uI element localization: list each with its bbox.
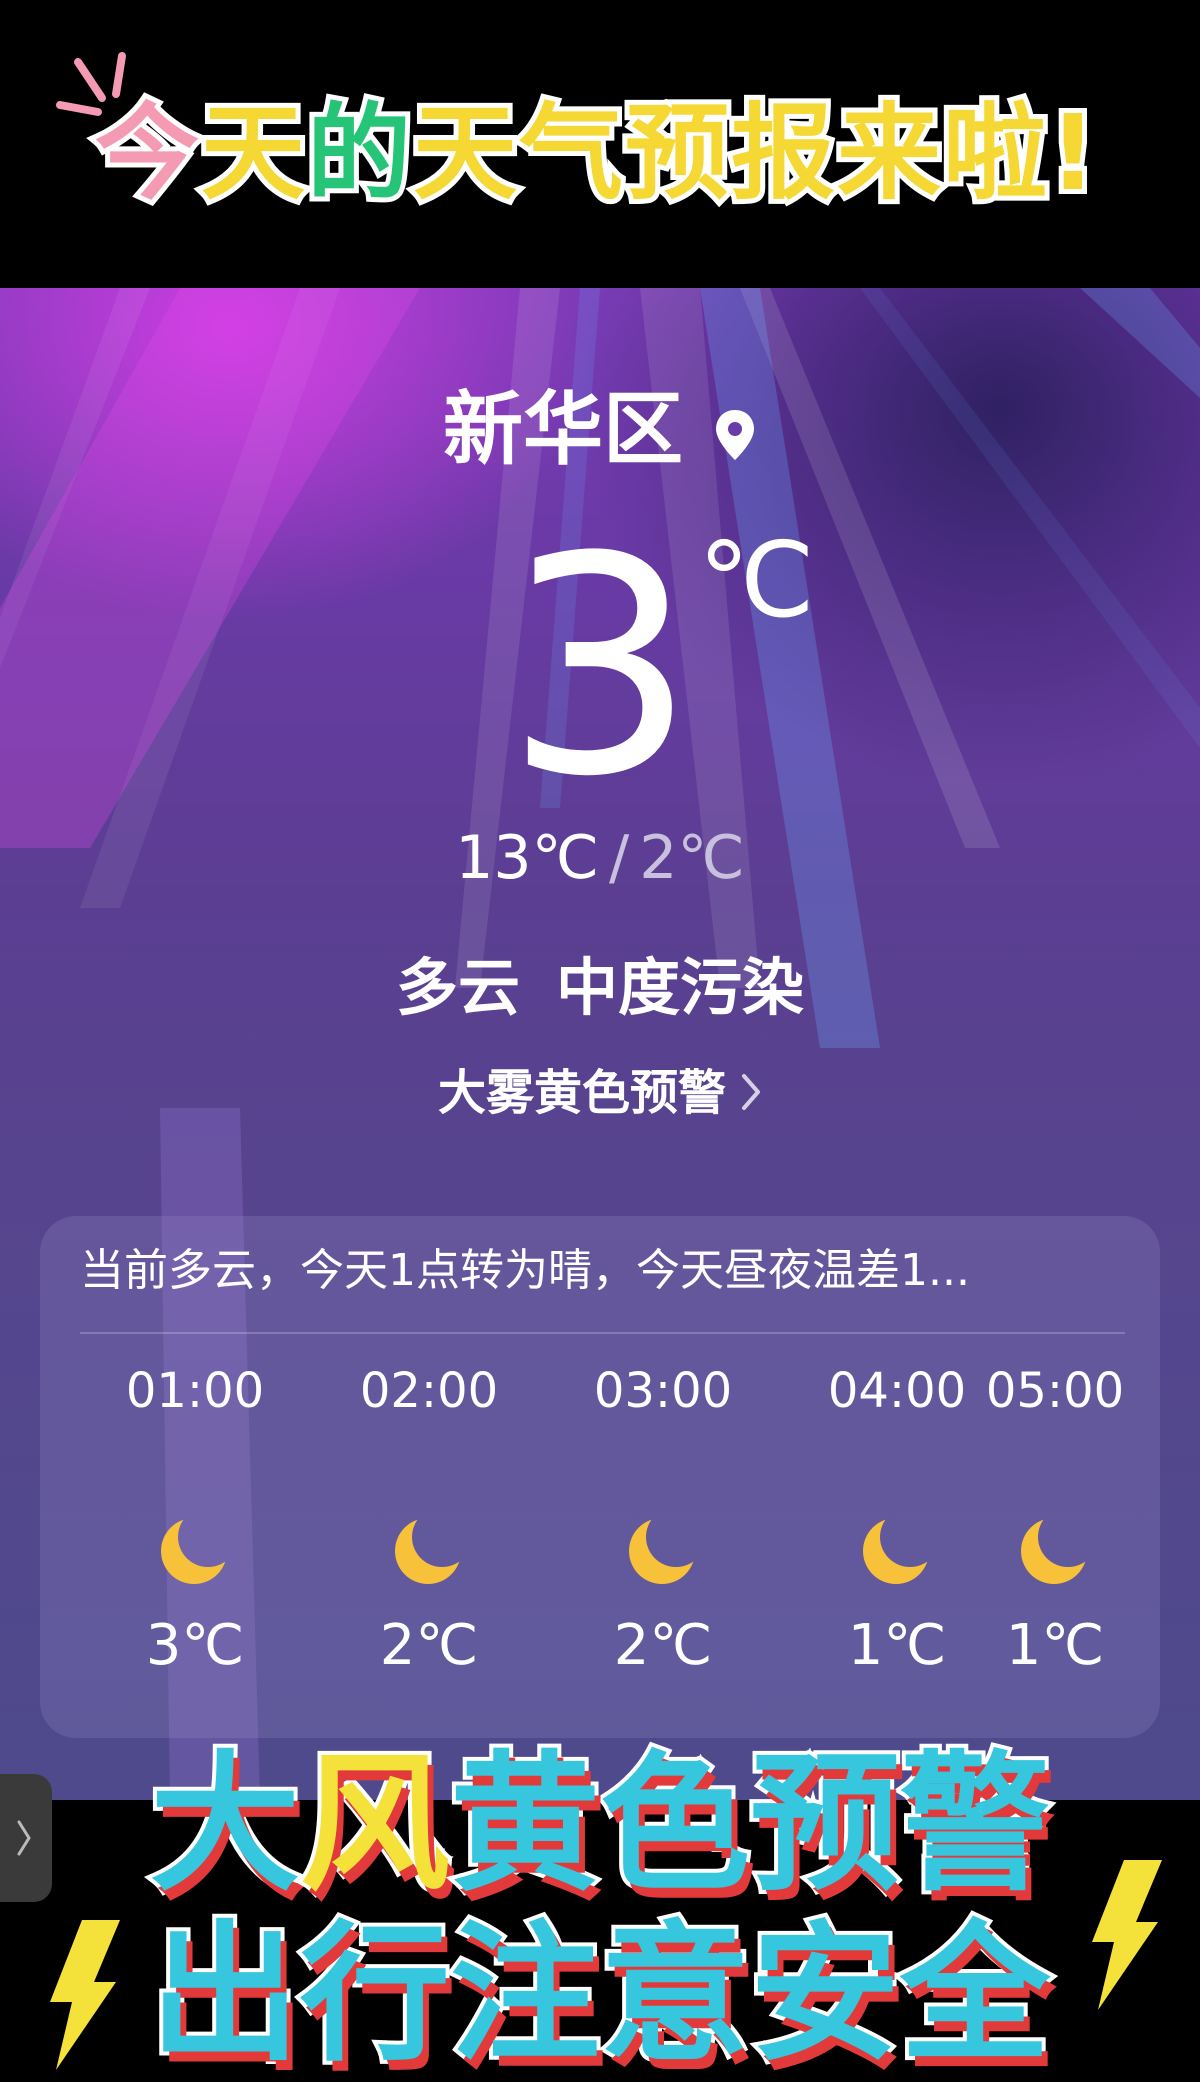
weather-condition: 多云	[395, 951, 520, 1024]
hour-time: 01:00	[125, 1363, 265, 1419]
hour-time: 03:00	[593, 1363, 733, 1419]
hour-item: 02:00 2℃	[324, 1361, 534, 1681]
map-pin-icon	[713, 385, 757, 485]
current-temperature: 3	[505, 493, 696, 842]
headline-part-3: 的	[302, 87, 416, 219]
headline-part-4: 天气预报来啦	[408, 87, 1052, 219]
moon-icon	[161, 1518, 227, 1584]
hour-temperature: 1℃	[1005, 1613, 1105, 1678]
hour-temperature: 2℃	[613, 1613, 713, 1678]
hour-time: 02:00	[359, 1363, 499, 1419]
hour-temperature: 2℃	[379, 1613, 479, 1678]
high-low-temperature: 13℃/2℃	[0, 823, 1200, 893]
temperature-unit: ℃	[698, 519, 815, 641]
hour-item: 05:00 1℃	[950, 1361, 1160, 1681]
hour-time: 05:00	[985, 1363, 1125, 1419]
headline: 今天的天气预报来啦!	[90, 78, 1145, 228]
headline-part-5: !	[1044, 87, 1102, 219]
moon-icon	[395, 1518, 461, 1584]
condition-line: 多云 中度污染	[0, 948, 1200, 1028]
high-temperature: 13℃	[455, 823, 599, 893]
location-name: 新华区	[443, 383, 683, 476]
air-quality: 中度污染	[556, 951, 805, 1024]
alert-text: 大雾黄色预警	[437, 1065, 726, 1121]
headline-part-2: 天	[196, 87, 310, 219]
high-low-separator: /	[608, 823, 630, 893]
low-temperature: 2℃	[639, 823, 745, 893]
headline-part-1: 今	[90, 87, 204, 219]
forecast-summary: 当前多云，今天1点转为晴，今天昼夜温差1...	[80, 1245, 970, 1296]
top-banner: 今天的天气预报来啦!	[0, 0, 1200, 288]
weather-screen: 新华区 3 ℃ 13℃/2℃ 多云 中度污染 大雾黄色预警 当前多云，今天1点转为…	[0, 288, 1200, 1800]
moon-icon	[1021, 1518, 1087, 1584]
hour-item: 03:00 2℃	[558, 1361, 768, 1681]
moon-icon	[629, 1518, 695, 1584]
slogan-word-2: 风	[296, 1736, 454, 1914]
hourly-forecast-card[interactable]: 当前多云，今天1点转为晴，今天昼夜温差1... 01:00 3℃ 02:00 2…	[40, 1216, 1160, 1738]
chevron-right-icon	[740, 1063, 762, 1129]
weather-alert-link[interactable]: 大雾黄色预警	[0, 1060, 1200, 1129]
slogan-word-1: 大	[146, 1736, 304, 1914]
hour-item: 01:00 3℃	[90, 1361, 300, 1681]
card-divider	[80, 1332, 1125, 1334]
warning-slogan: 大风黄色预警 出行注意安全	[0, 1736, 1200, 2082]
location-header[interactable]: 新华区	[0, 380, 1200, 485]
slogan-word-3: 黄色预警	[446, 1736, 1054, 1914]
moon-icon	[863, 1518, 929, 1584]
slogan-line-1: 大风黄色预警	[0, 1736, 1200, 1914]
slogan-line-2: 出行注意安全	[146, 1906, 1054, 2082]
hour-temperature: 3℃	[145, 1613, 245, 1678]
